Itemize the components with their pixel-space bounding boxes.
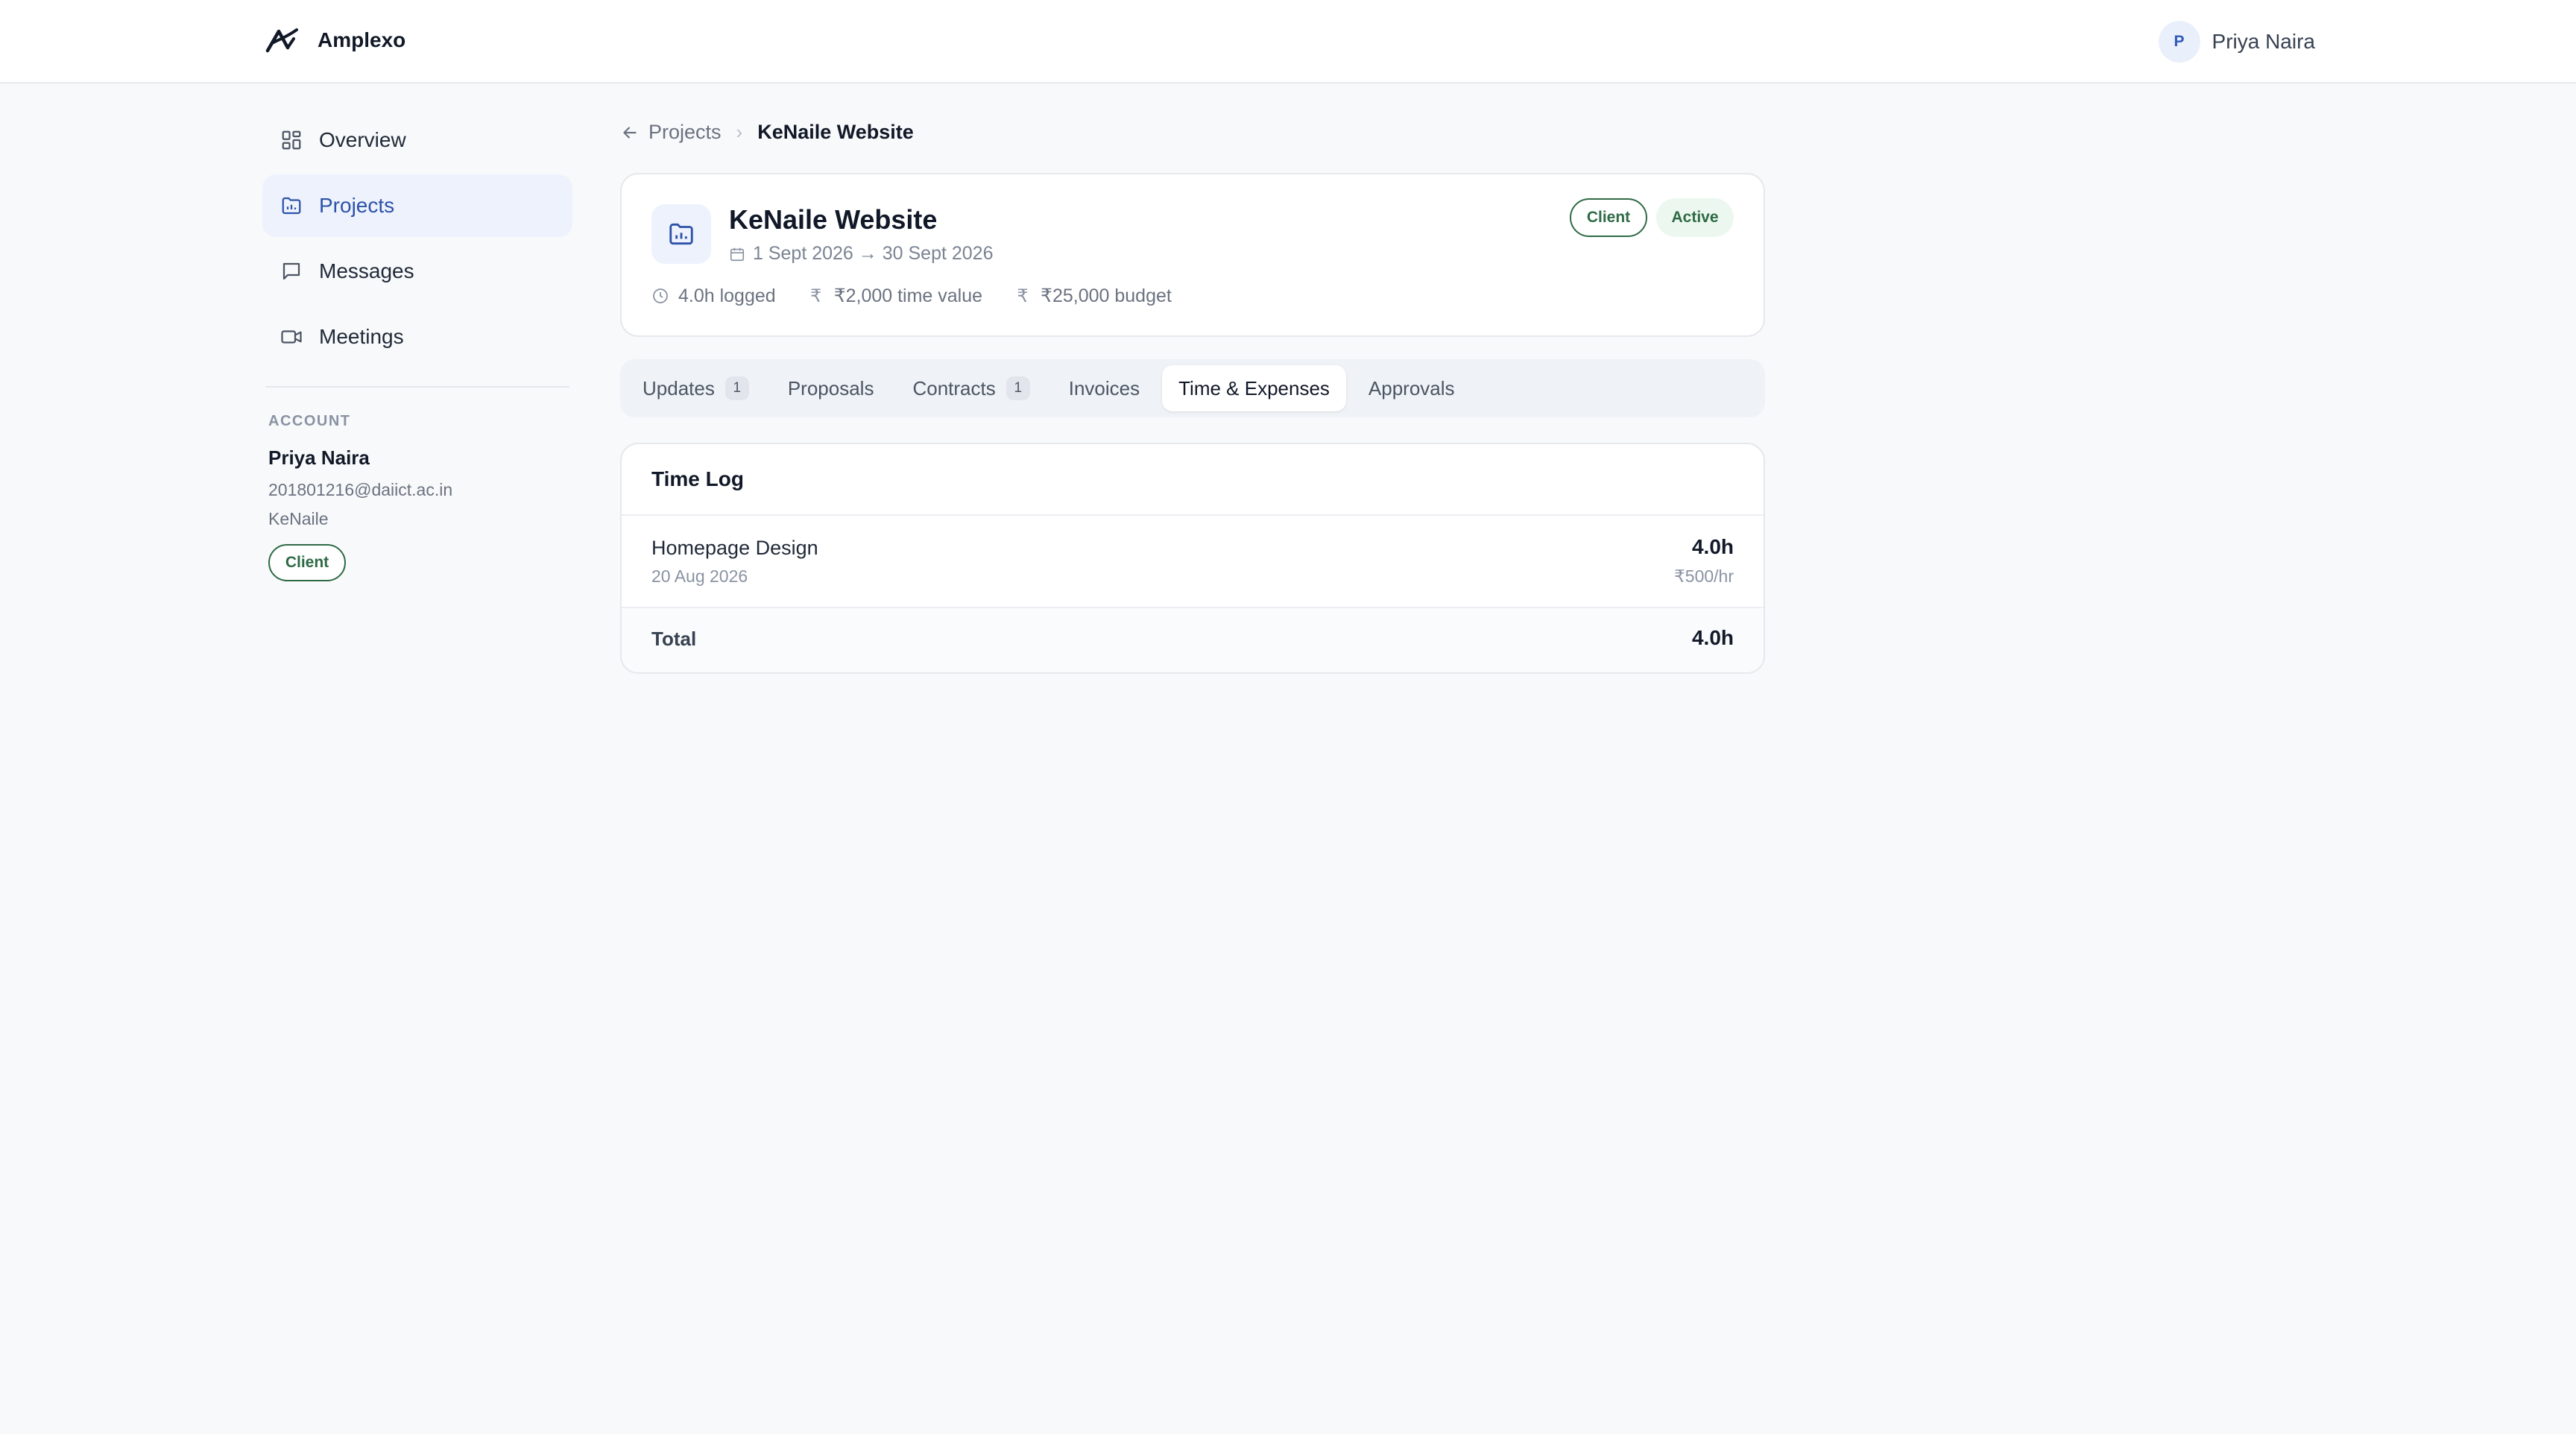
- video-icon: [281, 330, 302, 344]
- stat-budget-text: ₹25,000 budget: [1041, 285, 1172, 306]
- sidebar-item-label: Messages: [319, 259, 414, 282]
- stat-budget: ₹ ₹25,000 budget: [1014, 285, 1172, 307]
- entry-hours: 4.0h: [1691, 535, 1734, 558]
- rupee-icon: ₹: [1017, 285, 1029, 306]
- project-icon-box: [651, 204, 711, 264]
- project-stats: 4.0h logged ₹ ₹2,000 time value ₹ ₹25,00…: [651, 285, 1203, 307]
- project-title: KeNaile Website: [729, 204, 938, 235]
- entry-date: 20 Aug 2026: [651, 566, 748, 586]
- stat-time-value: ₹ ₹2,000 time value: [807, 285, 982, 307]
- sidebar-item-overview[interactable]: Overview: [262, 109, 572, 171]
- tab-count-badge: 1: [724, 376, 749, 400]
- entry-task: Homepage Design: [651, 537, 818, 559]
- tab-label: Proposals: [787, 376, 874, 399]
- tab-label: Invoices: [1068, 376, 1140, 399]
- project-card: KeNaile Website 1 Sept 2026 → 30 Sept 20…: [620, 173, 1765, 337]
- sidebar-item-label: Overview: [319, 128, 406, 151]
- breadcrumb-current: KeNaile Website: [757, 121, 914, 143]
- role-badge: Client: [1570, 198, 1647, 237]
- total-value: 4.0h: [1691, 626, 1734, 649]
- stat-time-value-text: ₹2,000 time value: [833, 285, 983, 306]
- time-log-card: Time Log Homepage Design 20 Aug 2026 4.0…: [620, 443, 1765, 674]
- project-date-range: 1 Sept 2026 → 30 Sept 2026: [753, 243, 994, 264]
- project-badges: Client Active: [1570, 198, 1734, 237]
- account-name: Priya Naira: [268, 446, 370, 469]
- tab-updates[interactable]: Updates 1: [626, 365, 765, 411]
- sidebar-item-projects[interactable]: Projects: [262, 174, 572, 237]
- time-log-header: Time Log: [622, 444, 1764, 516]
- account-email: 201801216@daiict.ac.in: [268, 480, 453, 499]
- chevron-right-icon: ›: [736, 121, 743, 143]
- stat-logged: 4.0h logged: [651, 285, 776, 307]
- app-name: Amplexo: [318, 28, 406, 51]
- folder-icon: [282, 197, 301, 215]
- user-name: Priya Naira: [2212, 30, 2315, 53]
- rupee-icon: ₹: [810, 285, 822, 306]
- grid-icon: [282, 130, 301, 150]
- total-label: Total: [651, 628, 697, 650]
- clock-icon: [653, 288, 668, 303]
- time-log-total-row: Total 4.0h: [622, 608, 1764, 672]
- sidebar-item-label: Projects: [319, 194, 395, 217]
- tab-proposals[interactable]: Proposals: [771, 365, 891, 411]
- message-icon: [282, 262, 300, 280]
- tab-label: Contracts: [912, 376, 996, 399]
- time-log-entry[interactable]: Homepage Design 20 Aug 2026 4.0h ₹500/hr: [622, 516, 1764, 608]
- tab-count-badge: 1: [1006, 376, 1030, 400]
- logo-icon: [265, 28, 298, 53]
- top-bar: Amplexo P Priya Naira: [0, 0, 2576, 83]
- sidebar: Overview Projects Messages Meetings ACCO…: [262, 109, 572, 581]
- tab-label: Updates: [643, 376, 715, 399]
- time-log-title: Time Log: [651, 467, 744, 490]
- brand[interactable]: Amplexo: [265, 25, 405, 55]
- status-badge: Active: [1656, 198, 1734, 237]
- account-role-badge: Client: [268, 544, 346, 581]
- tab-invoices[interactable]: Invoices: [1052, 365, 1156, 411]
- tab-contracts[interactable]: Contracts 1: [896, 365, 1046, 411]
- tab-label: Time & Expenses: [1178, 376, 1330, 399]
- calendar-icon: [730, 247, 745, 261]
- project-dates: 1 Sept 2026 → 30 Sept 2026: [729, 243, 993, 265]
- entry-rate: ₹500/hr: [1674, 566, 1734, 586]
- folder-chart-icon: [669, 223, 693, 245]
- account-org: KeNaile: [268, 509, 329, 528]
- avatar: P: [2158, 21, 2200, 63]
- tab-label: Approvals: [1368, 376, 1455, 399]
- stat-logged-value: 4.0h logged: [678, 285, 776, 306]
- main-content: Projects › KeNaile Website KeNaile Websi…: [620, 109, 1765, 674]
- account-heading: ACCOUNT: [268, 413, 351, 429]
- user-menu[interactable]: P Priya Naira: [2158, 21, 2315, 63]
- breadcrumb: Projects › KeNaile Website: [620, 121, 1765, 144]
- sidebar-item-meetings[interactable]: Meetings: [262, 306, 572, 368]
- tab-approvals[interactable]: Approvals: [1352, 365, 1471, 411]
- arrow-left-icon[interactable]: [620, 123, 640, 142]
- sidebar-divider: [265, 386, 569, 388]
- sidebar-item-messages[interactable]: Messages: [262, 240, 572, 303]
- project-tabs: Updates 1 Proposals Contracts 1 Invoices…: [620, 359, 1765, 417]
- sidebar-item-label: Meetings: [319, 325, 404, 348]
- tab-time-expenses[interactable]: Time & Expenses: [1162, 365, 1346, 411]
- breadcrumb-projects-link[interactable]: Projects: [648, 121, 722, 144]
